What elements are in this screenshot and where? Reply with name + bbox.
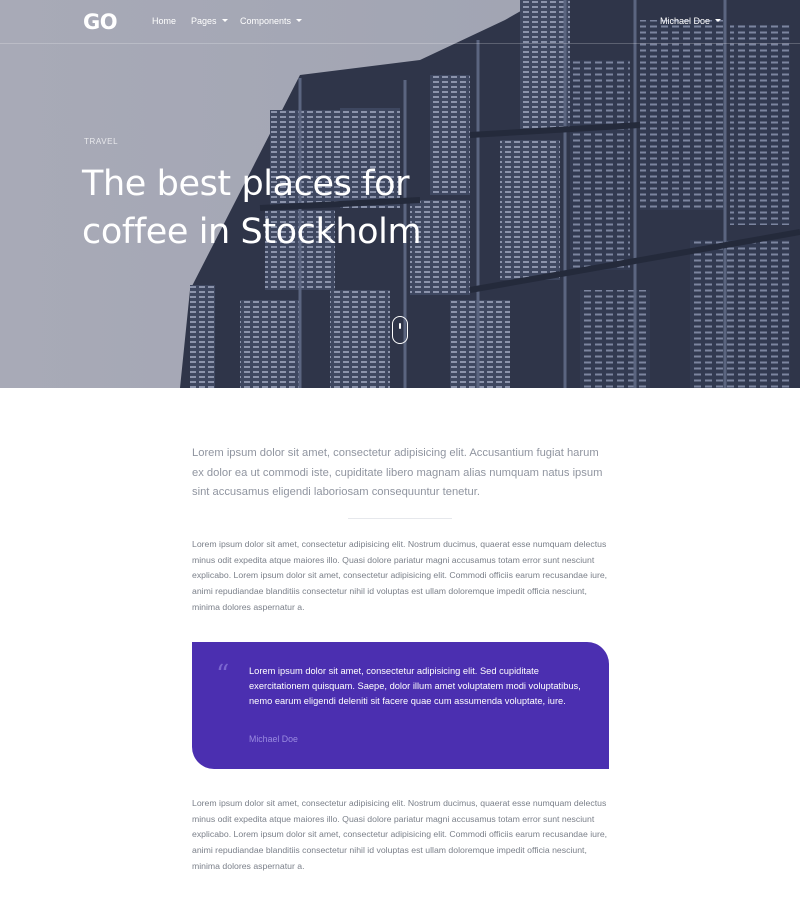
nav-components-label: Components <box>240 16 292 26</box>
quote-mark-icon: “ <box>216 660 230 690</box>
nav-pages-dropdown[interactable]: Pages <box>191 15 228 27</box>
caret-down-icon <box>296 19 303 22</box>
section-divider <box>348 518 452 519</box>
nav-home-link[interactable]: Home <box>152 15 176 27</box>
pull-quote: “ Lorem ipsum dolor sit amet, consectetu… <box>192 642 609 769</box>
user-name-label: Michael Doe <box>660 16 711 26</box>
mouse-scroll-icon[interactable] <box>392 316 408 344</box>
brand-logo[interactable]: GO <box>83 10 118 34</box>
nav-components-dropdown[interactable]: Components <box>240 15 303 27</box>
article-lead: Lorem ipsum dolor sit amet, consectetur … <box>192 447 603 498</box>
user-menu-dropdown[interactable]: Michael Doe <box>660 15 722 27</box>
scroll-wheel <box>399 323 401 329</box>
article-paragraph: Lorem ipsum dolor sit amet, consectetur … <box>192 539 608 612</box>
nav-home-label: Home <box>152 16 177 26</box>
page-title-line: The best places for <box>82 164 410 204</box>
page-title: The best places for coffee in Stockholm <box>82 160 462 256</box>
logo-text: GO <box>83 10 118 34</box>
quote-author: Michael Doe <box>249 734 298 744</box>
top-navbar: GO Home Pages Components Michael Doe <box>0 0 800 44</box>
quote-text: Lorem ipsum dolor sit amet, consectetur … <box>249 666 581 707</box>
page-title-line: coffee in Stockholm <box>82 212 422 252</box>
caret-down-icon <box>221 19 228 22</box>
category-label: TRAVEL <box>84 137 119 146</box>
hero-section: GO Home Pages Components Michael Doe TRA… <box>0 0 800 388</box>
caret-down-icon <box>715 19 722 22</box>
article-paragraph: Lorem ipsum dolor sit amet, consectetur … <box>192 798 608 871</box>
nav-pages-label: Pages <box>191 16 217 26</box>
